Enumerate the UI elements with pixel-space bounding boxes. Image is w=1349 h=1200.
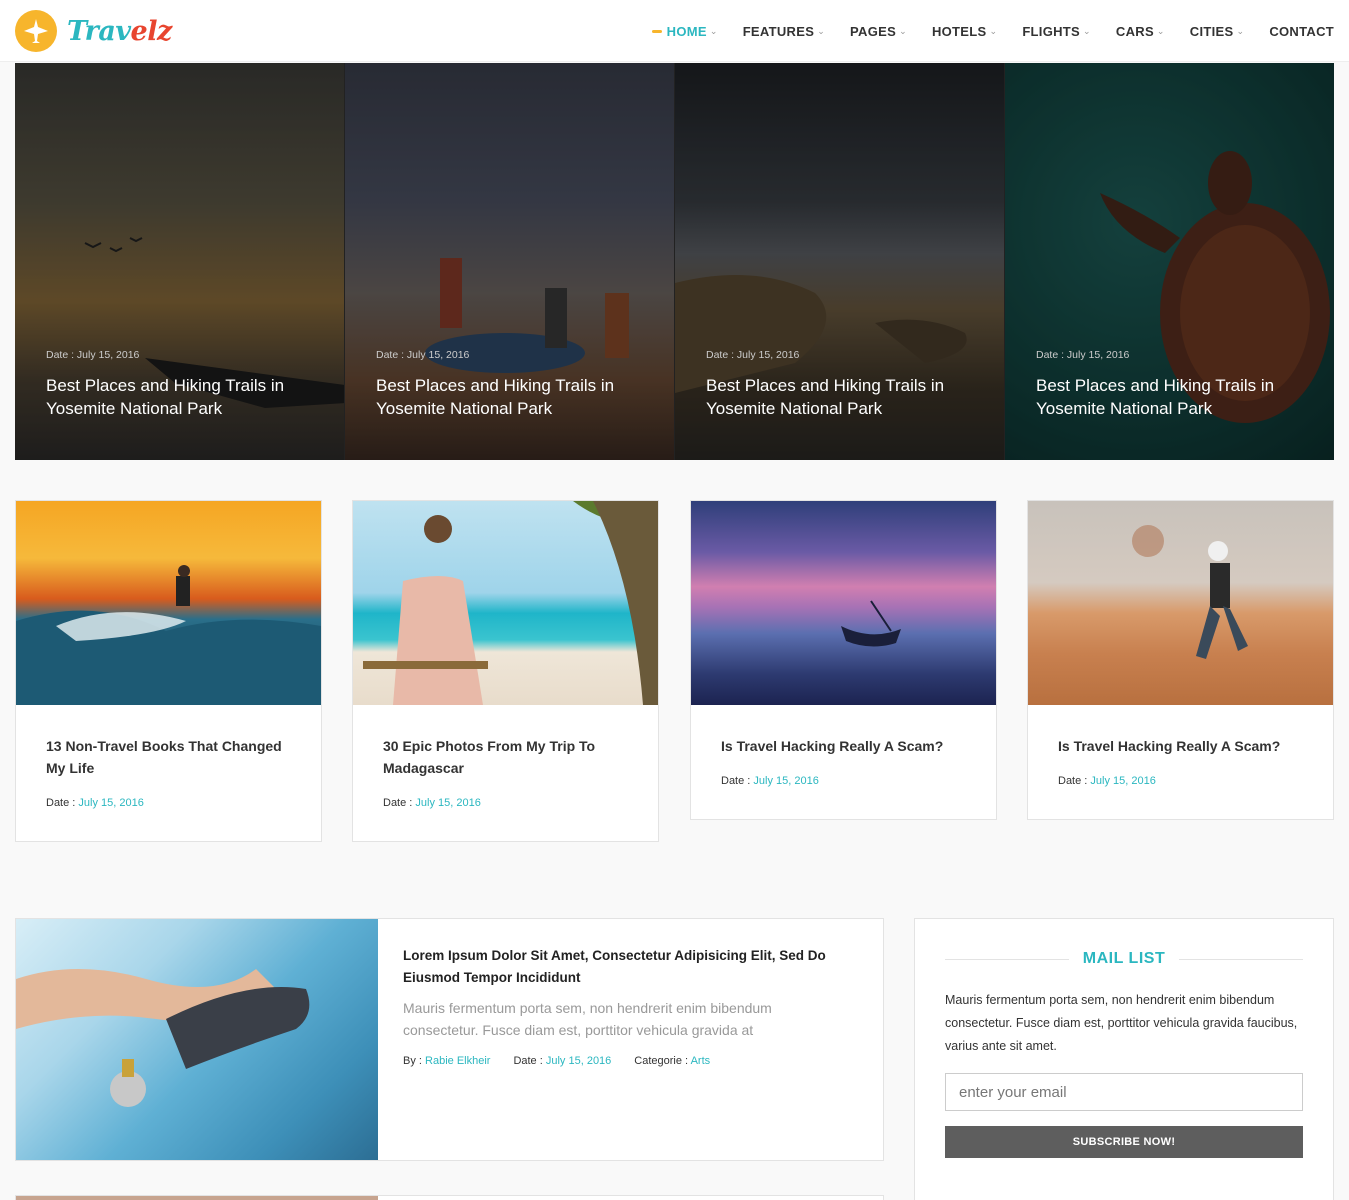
meta-category: Categorie : Arts xyxy=(634,1055,710,1067)
post-date: Date : July 15, 2016 xyxy=(46,349,140,361)
date-value[interactable]: July 15, 2016 xyxy=(415,797,480,809)
logo-text: Travelz xyxy=(67,16,172,47)
date-label: Date : xyxy=(1058,775,1088,787)
woman-swing xyxy=(363,501,658,705)
card-image-beach-swing xyxy=(353,501,658,705)
post-card[interactable]: Is Travel Hacking Really A Scam? Date : … xyxy=(690,500,997,820)
card-image-desert-jump xyxy=(1028,501,1333,705)
boat-silhouette xyxy=(841,600,901,647)
post-card[interactable]: Is Travel Hacking Really A Scam? Date : … xyxy=(1027,500,1334,820)
widget-heading: MAIL LIST xyxy=(945,949,1304,969)
nav-item-flights[interactable]: FLIGHTS ⌄ xyxy=(1022,24,1091,39)
post-title[interactable]: Best Places and Hiking Trails in Yosemit… xyxy=(376,374,636,420)
email-input[interactable] xyxy=(945,1073,1303,1111)
meta-label: Categorie : xyxy=(634,1055,689,1067)
card-title[interactable]: Is Travel Hacking Really A Scam? xyxy=(1058,735,1303,757)
nav-item-features[interactable]: FEATURES ⌄ xyxy=(743,24,825,39)
hero-post[interactable]: Date : July 15, 2016 Best Places and Hik… xyxy=(345,63,675,460)
subscribe-button[interactable]: SUBSCRIBE NOW! xyxy=(945,1126,1303,1158)
featured-post[interactable]: Lorem Ipsum Dolor Sit Amet, Consectetur … xyxy=(15,918,884,1161)
hero-post[interactable]: Date : July 15, 2016 Best Places and Hik… xyxy=(15,63,345,460)
date-value[interactable]: July 15, 2016 xyxy=(753,775,818,787)
chevron-down-icon: ⌄ xyxy=(1236,25,1245,36)
post-card[interactable]: 30 Epic Photos From My Trip To Madagasca… xyxy=(352,500,659,842)
nav-item-label: HOME xyxy=(666,23,707,39)
car-handle xyxy=(16,969,310,1107)
card-title[interactable]: 30 Epic Photos From My Trip To Madagasca… xyxy=(383,735,628,779)
active-indicator xyxy=(651,29,662,33)
date-label: Date : xyxy=(46,797,76,809)
nav-item-label: CONTACT xyxy=(1269,23,1334,39)
chevron-down-icon: ⌄ xyxy=(1083,25,1091,36)
chevron-down-icon: ⌄ xyxy=(989,25,998,36)
hero-post[interactable]: Date : July 15, 2016 Best Places and Hik… xyxy=(675,63,1005,460)
featured-meta: By : Rabie Elkheir Date : July 15, 2016 … xyxy=(403,1055,733,1067)
post-date: Date : July 15, 2016 xyxy=(1036,349,1130,361)
site-header: Travelz HOME ⌄ FEATURES ⌄ PAGES ⌄ HOTELS ⌄ F… xyxy=(0,0,1349,62)
date-link[interactable]: July 15, 2016 xyxy=(546,1055,611,1067)
nav-item-label: CITIES xyxy=(1189,23,1234,39)
chevron-down-icon: ⌄ xyxy=(709,25,718,36)
meta-author: By : Rabie Elkheir xyxy=(403,1055,490,1067)
main-nav: HOME ⌄ FEATURES ⌄ PAGES ⌄ HOTELS ⌄ FLIGHTS ⌄ … xyxy=(627,0,1334,62)
nav-item-label: FLIGHTS xyxy=(1022,23,1081,39)
chevron-down-icon: ⌄ xyxy=(1156,25,1165,36)
nav-item-label: HOTELS xyxy=(931,23,987,39)
nav-item-label: PAGES xyxy=(850,23,897,39)
post-title[interactable]: Best Places and Hiking Trails in Yosemit… xyxy=(706,374,966,420)
nav-item-cars[interactable]: CARS ⌄ xyxy=(1116,24,1165,39)
date-value[interactable]: July 15, 2016 xyxy=(78,797,143,809)
next-post-preview[interactable] xyxy=(15,1195,884,1200)
next-post-image xyxy=(16,1196,378,1200)
nav-item-contact[interactable]: CONTACT xyxy=(1269,24,1334,39)
post-title[interactable]: Best Places and Hiking Trails in Yosemit… xyxy=(46,374,306,420)
card-image-surfer xyxy=(16,501,321,705)
logo-text-part1: Trav xyxy=(67,15,131,47)
hero-post[interactable]: Date : July 15, 2016 Best Places and Hik… xyxy=(1005,63,1334,460)
featured-title[interactable]: Lorem Ipsum Dolor Sit Amet, Consectetur … xyxy=(403,945,853,989)
nav-item-cities[interactable]: CITIES ⌄ xyxy=(1190,24,1245,39)
featured-excerpt: Mauris fermentum porta sem, non hendreri… xyxy=(403,1000,772,1038)
hero-slider: Date : July 15, 2016 Best Places and Hik… xyxy=(15,63,1334,460)
post-title[interactable]: Best Places and Hiking Trails in Yosemit… xyxy=(1036,374,1296,420)
meta-date: Date : July 15, 2016 xyxy=(513,1055,611,1067)
nav-item-label: CARS xyxy=(1115,23,1154,39)
chevron-down-icon: ⌄ xyxy=(817,25,826,36)
nav-item-pages[interactable]: PAGES ⌄ xyxy=(850,24,907,39)
meta-label: Date : xyxy=(513,1055,543,1067)
woman-jumping xyxy=(1132,525,1248,659)
surfer-wave xyxy=(16,565,321,705)
date-value[interactable]: July 15, 2016 xyxy=(1090,775,1155,787)
date-label: Date : xyxy=(721,775,751,787)
widget-text: Mauris fermentum porta sem, non hendreri… xyxy=(945,993,1298,1053)
divider xyxy=(945,958,1069,960)
widget-title: MAIL LIST xyxy=(1082,950,1166,967)
nav-item-hotels[interactable]: HOTELS ⌄ xyxy=(932,24,997,39)
logo-text-part2: elz xyxy=(130,15,173,47)
card-title[interactable]: 13 Non-Travel Books That Changed My Life xyxy=(46,735,291,779)
card-title[interactable]: Is Travel Hacking Really A Scam? xyxy=(721,735,966,757)
post-card[interactable]: 13 Non-Travel Books That Changed My Life… xyxy=(15,500,322,842)
meta-label: By : xyxy=(403,1055,422,1067)
date-label: Date : xyxy=(383,797,413,809)
featured-image-car-door xyxy=(16,919,378,1160)
divider xyxy=(1179,958,1304,960)
post-date: Date : July 15, 2016 xyxy=(706,349,800,361)
mail-list-widget: MAIL LIST Mauris fermentum porta sem, no… xyxy=(914,918,1334,1200)
card-date: Date : July 15, 2016 xyxy=(383,797,628,809)
airplane-icon xyxy=(15,10,57,52)
card-image-boat-dusk xyxy=(691,501,996,705)
nav-item-home[interactable]: HOME ⌄ xyxy=(651,23,718,39)
card-date: Date : July 15, 2016 xyxy=(1058,775,1303,787)
author-link[interactable]: Rabie Elkheir xyxy=(425,1055,490,1067)
logo[interactable]: Travelz xyxy=(15,10,172,52)
chevron-down-icon: ⌄ xyxy=(899,25,907,36)
card-date: Date : July 15, 2016 xyxy=(46,797,291,809)
post-date: Date : July 15, 2016 xyxy=(376,349,470,361)
category-link[interactable]: Arts xyxy=(691,1055,711,1067)
nav-item-label: FEATURES xyxy=(742,23,815,39)
card-date: Date : July 15, 2016 xyxy=(721,775,966,787)
